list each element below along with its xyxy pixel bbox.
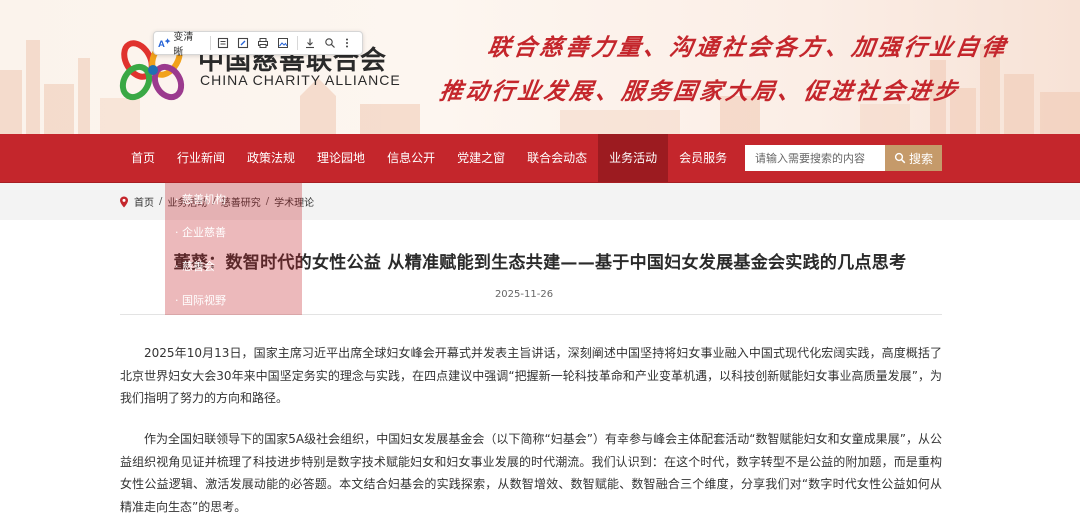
image-icon — [278, 38, 289, 48]
nav-item-theory[interactable]: 理论园地 — [306, 134, 376, 182]
search-icon — [325, 38, 335, 48]
edit-button[interactable] — [237, 37, 249, 49]
slogan-line-2: 推动行业发展、服务国家大局、促进社会进步 — [437, 78, 962, 105]
download-icon — [305, 38, 314, 49]
print-button[interactable] — [257, 37, 269, 49]
edit-icon — [237, 37, 249, 49]
industry-news-dropdown: · 慈善机构 · 企业慈善 · 慈善会 · 国际视野 — [165, 182, 302, 315]
ai-sparkle-icon: A — [158, 38, 171, 49]
article-title: 董葵：数智时代的女性公益 从精准赋能到生态共建——基于中国妇女发展基金会实践的几… — [173, 253, 907, 273]
dropdown-item-label: 国际视野 — [182, 294, 226, 307]
header-banner: 中国慈善联合会 CHINA CHARITY ALLIANCE 联合慈善力量、沟通… — [0, 0, 1080, 134]
breadcrumb-separator: / — [159, 196, 163, 207]
toolbar-divider — [210, 36, 212, 50]
nav-item-policy[interactable]: 政策法规 — [236, 134, 306, 182]
article-paragraph-2: 作为全国妇联领导下的国家5A级社会组织，中国妇女发展基金会（以下简称“妇基会”）… — [120, 432, 942, 514]
search-button[interactable]: 搜索 — [885, 145, 942, 171]
article-date: 2025-11-26 — [494, 289, 554, 300]
search-input[interactable] — [745, 145, 885, 171]
more-vertical-icon — [345, 38, 348, 48]
slogan-line-1: 联合慈善力量、沟通社会各方、加强行业自律 — [485, 34, 1010, 61]
nav-item-alliance-news[interactable]: 联合会动态 — [516, 134, 598, 182]
dropdown-item-institutions[interactable]: · 慈善机构 — [175, 191, 226, 207]
nav-item-home[interactable]: 首页 — [120, 134, 166, 182]
brand-name-en: CHINA CHARITY ALLIANCE — [200, 72, 401, 88]
breadcrumb-bar: 首页 / 业务活动 / 慈善研究 / 学术理论 — [0, 183, 1080, 220]
nav-item-activities[interactable]: 业务活动 — [598, 134, 669, 182]
svg-text:A: A — [158, 39, 165, 49]
main-nav-bar: 首页 行业新闻 政策法规 理论园地 信息公开 党建之窗 联合会动态 业务活动 会… — [0, 134, 1080, 183]
browser-floating-toolbar: A 变清晰 — [153, 28, 363, 58]
nav-item-party[interactable]: 党建之窗 — [446, 134, 516, 182]
search-icon — [894, 152, 906, 164]
print-icon — [258, 38, 269, 48]
more-options-button[interactable] — [344, 37, 350, 49]
nav-menu: 首页 行业新闻 政策法规 理论园地 信息公开 党建之窗 联合会动态 业务活动 会… — [120, 134, 738, 182]
reader-icon — [217, 37, 229, 49]
ai-enhance-label: 变清晰 — [173, 32, 194, 58]
ai-enhance-button[interactable]: A 变清晰 — [158, 28, 202, 58]
nav-item-member-services[interactable]: 会员服务 — [668, 134, 738, 182]
nav-item-industry-news[interactable]: 行业新闻 — [166, 134, 236, 182]
breadcrumb-home[interactable]: 首页 — [134, 194, 154, 209]
download-button[interactable] — [304, 37, 316, 49]
location-pin-icon — [120, 196, 128, 207]
article-paragraph-1: 2025年10月13日，国家主席习近平出席全球妇女峰会开幕式并发表主旨讲话，深刻… — [120, 346, 942, 405]
toolbar-divider — [297, 36, 298, 50]
search-button-label: 搜索 — [908, 151, 933, 166]
dropdown-item-label: 企业慈善 — [182, 226, 226, 239]
nav-item-disclosure[interactable]: 信息公开 — [376, 134, 446, 182]
dropdown-item-international[interactable]: · 国际视野 — [175, 292, 226, 308]
dropdown-item-label: 慈善机构 — [182, 193, 226, 206]
dropdown-item-corporate[interactable]: · 企业慈善 — [175, 224, 226, 240]
dropdown-item-charity-federation[interactable]: · 慈善会 — [175, 258, 215, 274]
dropdown-item-label: 慈善会 — [182, 260, 215, 273]
reader-mode-button[interactable] — [217, 37, 229, 49]
find-button[interactable] — [324, 37, 336, 49]
screenshot-button[interactable] — [277, 37, 289, 49]
